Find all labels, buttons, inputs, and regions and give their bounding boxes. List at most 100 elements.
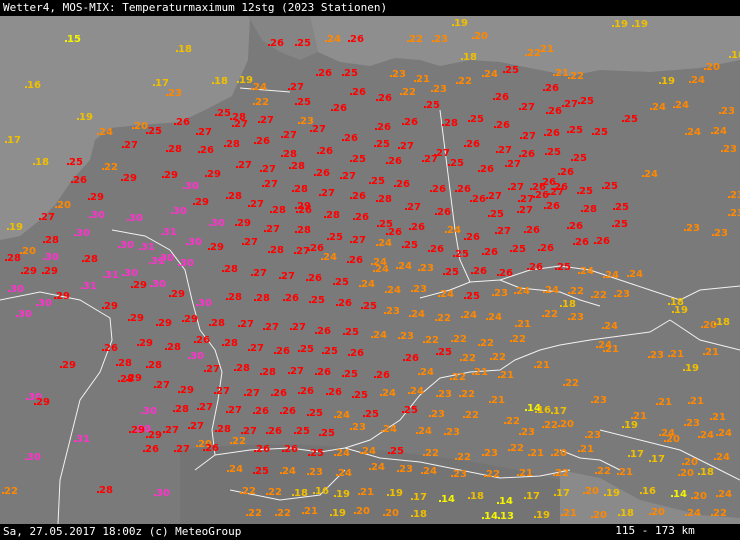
station-value: 26 xyxy=(350,34,364,45)
station-value: 27 xyxy=(296,246,310,257)
station-value: 22 xyxy=(570,71,584,82)
station-value: 24 xyxy=(420,367,434,378)
station-value: 28 xyxy=(270,245,284,256)
temperature-map[interactable]: 15 18 16 17 18 19 23 19 17 24 20 25 18 25 22 19 27 28 29 30… xyxy=(0,16,740,524)
status-bar: Sa, 27.05.2017 18:00z (c) MeteoGroup 115… xyxy=(0,524,740,540)
station-value: 26 xyxy=(256,136,270,147)
station-value: 26 xyxy=(285,293,299,304)
station-value: 28 xyxy=(236,363,250,374)
station-value: 27 xyxy=(321,188,335,199)
station-value: 24 xyxy=(629,269,643,280)
station-value: 30 xyxy=(120,240,134,251)
station-value: 25 xyxy=(354,390,368,401)
map-canvas: 151816 17 18 192319172420 2518 25 221927 282930… xyxy=(0,16,740,524)
station-value: 14 xyxy=(484,511,498,522)
station-value: 24 xyxy=(545,285,559,296)
station-value: 25 xyxy=(455,249,469,260)
station-value: 26 xyxy=(338,298,352,309)
station-value: 31 xyxy=(141,242,155,253)
station-value: 21 xyxy=(416,74,430,85)
station-value: 25 xyxy=(547,147,561,158)
station-value: 29 xyxy=(90,192,104,203)
station-value: 17 xyxy=(413,492,427,503)
station-value: 27 xyxy=(290,82,304,93)
station-value: 26 xyxy=(355,212,369,223)
station-value: 24 xyxy=(484,69,498,80)
station-value: 22 xyxy=(402,87,416,98)
station-value: 30 xyxy=(45,252,59,263)
station-value: 26 xyxy=(546,201,560,212)
station-value: 26 xyxy=(378,93,392,104)
station-value: 24 xyxy=(440,289,454,300)
station-value: 25 xyxy=(557,262,571,273)
station-value: 25 xyxy=(470,114,484,125)
station-value: 24 xyxy=(382,388,396,399)
station-value: 18 xyxy=(620,508,634,519)
station-value: 20 xyxy=(703,320,717,331)
station-value: 23 xyxy=(686,418,700,429)
station-value: 30 xyxy=(129,213,143,224)
station-value: 26 xyxy=(466,232,480,243)
station-value: 27 xyxy=(176,444,190,455)
station-value: 16 xyxy=(537,405,551,416)
station-value: 24 xyxy=(652,102,666,113)
station-value: 24 xyxy=(644,169,658,180)
station-value: 25 xyxy=(148,126,162,137)
station-value: 29 xyxy=(56,291,70,302)
station-value: 18 xyxy=(413,509,427,520)
station-value: 27 xyxy=(250,199,264,210)
station-value: 27 xyxy=(244,237,258,248)
station-value: 22 xyxy=(527,48,541,59)
station-value: 27 xyxy=(520,194,534,205)
station-value: 17 xyxy=(556,488,570,499)
station-value: 25 xyxy=(438,347,452,358)
station-value: 25 xyxy=(217,108,231,119)
station-value: 16 xyxy=(642,486,656,497)
station-value: 29 xyxy=(297,201,311,212)
station-value: 22 xyxy=(409,34,423,45)
station-value: 25 xyxy=(426,100,440,111)
station-value: 23 xyxy=(587,430,601,441)
station-value: 25 xyxy=(69,157,83,168)
station-value: 27 xyxy=(262,164,276,175)
station-value: 21 xyxy=(690,396,704,407)
station-value: 30 xyxy=(180,258,194,269)
station-value: 27 xyxy=(216,386,230,397)
station-value: 26 xyxy=(333,103,347,114)
station-value: 26 xyxy=(300,386,314,397)
station-value: 27 xyxy=(206,364,220,375)
station-value: 15 xyxy=(67,34,81,45)
station-value: 20 xyxy=(57,200,71,211)
station-value: 24 xyxy=(691,75,705,86)
station-value: 24 xyxy=(282,466,296,477)
station-value: 20 xyxy=(385,508,399,519)
station-value: 24 xyxy=(361,279,375,290)
station-value: 26 xyxy=(352,87,366,98)
station-value: 25 xyxy=(604,181,618,192)
station-value: 24 xyxy=(323,252,337,263)
station-value: 19 xyxy=(9,222,23,233)
station-value: 14 xyxy=(441,494,455,505)
station-value: 26 xyxy=(540,243,554,254)
station-value: 30 xyxy=(152,279,166,290)
station-value: 21 xyxy=(500,370,514,381)
station-value: 25 xyxy=(505,65,519,76)
station-value: 25 xyxy=(450,158,464,169)
station-value: 25 xyxy=(404,240,418,251)
station-value: 29 xyxy=(184,314,198,325)
station-value: 26 xyxy=(310,243,324,254)
station-value: 24 xyxy=(336,448,350,459)
station-value: 24 xyxy=(418,426,432,437)
station-value: 27 xyxy=(238,160,252,171)
station-value: 29 xyxy=(180,385,194,396)
station-value: 27 xyxy=(41,212,55,223)
station-value: 28 xyxy=(148,360,162,371)
station-value: 24 xyxy=(338,468,352,479)
station-value: 26 xyxy=(205,443,219,454)
station-value: 24 xyxy=(716,452,730,463)
station-value: 26 xyxy=(349,255,363,266)
station-value: 26 xyxy=(521,149,535,160)
station-value: 20 xyxy=(585,486,599,497)
station-value: 27 xyxy=(564,99,578,110)
station-value: 30 xyxy=(188,237,202,248)
